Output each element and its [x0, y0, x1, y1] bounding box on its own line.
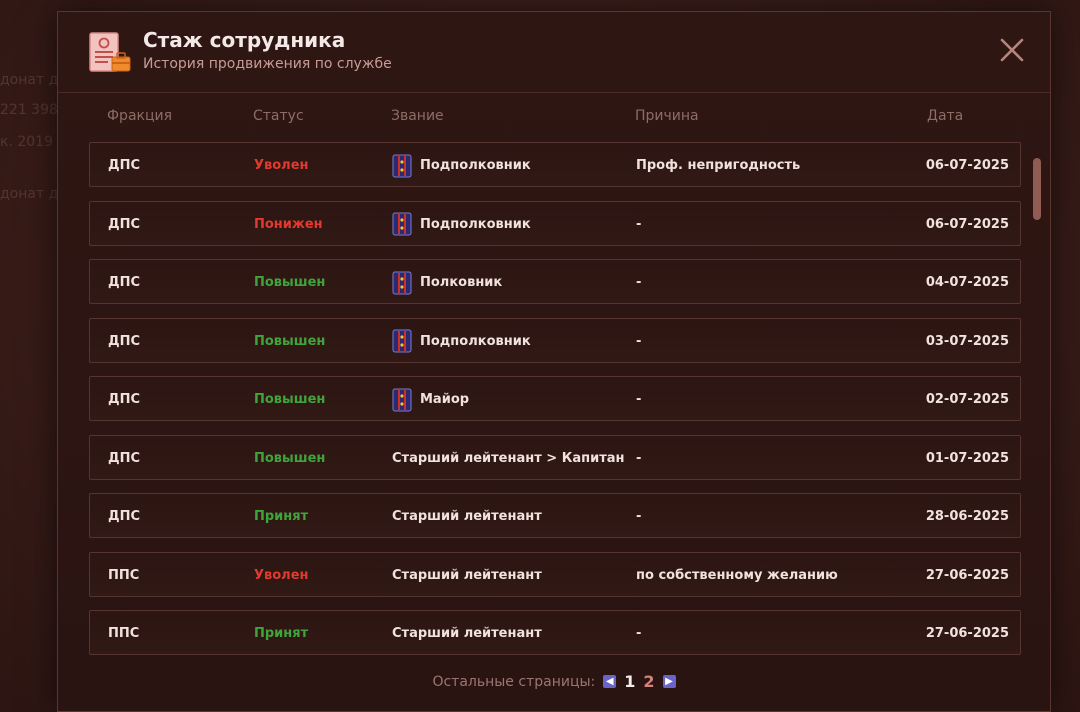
- faction-cell: ДПС: [108, 333, 140, 349]
- table-row: ДПС Повышен Старший лейтенант > Капитан - 01…: [89, 434, 1021, 481]
- rank-cell: Подполковник: [392, 202, 531, 247]
- status-cell: Понижен: [254, 216, 323, 232]
- rank-label: Подполковник: [420, 216, 531, 232]
- page-2-button[interactable]: 2: [643, 672, 654, 691]
- rank-cell: Старший лейтенант: [392, 553, 542, 598]
- status-cell: Повышен: [254, 450, 326, 466]
- table-row: ДПС Уволен Подполковник Проф. непригодность…: [89, 142, 1021, 187]
- background-text: 221 398: [0, 102, 58, 118]
- reason-cell: -: [636, 626, 642, 641]
- background-text: донат д: [0, 186, 59, 202]
- table-row: ППС Принят Старший лейтенант - 27-06-2025: [89, 610, 1021, 655]
- reason-cell: -: [636, 392, 642, 407]
- background-text: к. 2019: [0, 134, 53, 150]
- pagination-label: Остальные страницы:: [432, 673, 596, 690]
- table-row: ДПС Повышен Полковник - 04-07-2025: [89, 259, 1021, 304]
- rank-cell: Старший лейтенант > Капитан: [392, 436, 625, 481]
- date-cell: 01-07-2025: [925, 450, 1009, 466]
- status-cell: Повышен: [254, 333, 326, 349]
- chevron-left-icon[interactable]: ◀: [603, 675, 617, 688]
- reason-cell: -: [636, 509, 642, 524]
- faction-cell: ДПС: [108, 158, 140, 173]
- table-row: ППС Уволен Старший лейтенант по собственном…: [89, 551, 1021, 598]
- shoulder-strap-icon: [392, 212, 412, 236]
- rank-cell: Подполковник: [392, 319, 531, 364]
- service-history-modal: Стаж сотрудника История продвижения по с…: [57, 11, 1051, 712]
- faction-cell: ДПС: [108, 450, 140, 466]
- date-cell: 04-07-2025: [925, 275, 1009, 290]
- table-row: ДПС Повышен Подполковник - 03-07-2025: [89, 317, 1021, 364]
- shoulder-strap-icon: [392, 388, 412, 411]
- chevron-right-icon[interactable]: ▶: [662, 675, 676, 688]
- date-cell: 28-06-2025: [925, 509, 1009, 524]
- reason-cell: -: [636, 275, 642, 290]
- rank-cell: Старший лейтенант: [392, 611, 542, 656]
- rank-label: Полковник: [420, 275, 503, 290]
- reason-cell: -: [636, 333, 642, 349]
- faction-cell: ДПС: [108, 509, 140, 524]
- reason-cell: Проф. непригодность: [636, 158, 801, 173]
- pagination: Остальные страницы: ◀ 1 2 ▶: [58, 672, 1050, 691]
- date-cell: 06-07-2025: [925, 158, 1009, 173]
- rank-cell: Старший лейтенант: [392, 494, 542, 539]
- faction-cell: ДПС: [108, 275, 140, 290]
- rank-label: Старший лейтенант: [392, 626, 542, 641]
- table-row: ДПС Принят Старший лейтенант - 28-06-2025: [89, 493, 1021, 538]
- rank-label: Старший лейтенант > Капитан: [392, 450, 625, 466]
- rank-label: Старший лейтенант: [392, 509, 542, 524]
- status-cell: Повышен: [254, 275, 326, 290]
- document-briefcase-icon: [89, 32, 131, 72]
- date-cell: 27-06-2025: [925, 567, 1009, 583]
- rank-cell: Подполковник: [392, 143, 531, 188]
- status-cell: Повышен: [254, 392, 326, 407]
- faction-cell: ППС: [108, 567, 140, 583]
- shoulder-strap-icon: [392, 329, 412, 353]
- column-header-rank: Звание: [391, 108, 444, 124]
- background-text: донат д: [0, 72, 59, 88]
- scrollbar-thumb[interactable]: [1033, 158, 1041, 220]
- date-cell: 27-06-2025: [925, 626, 1009, 641]
- rank-label: Подполковник: [420, 158, 531, 173]
- close-icon[interactable]: [998, 36, 1026, 64]
- table-row: ДПС Повышен Майор - 02-07-2025: [89, 376, 1021, 421]
- faction-cell: ППС: [108, 626, 140, 641]
- shoulder-strap-icon: [392, 271, 412, 294]
- column-header-faction: Фракция: [107, 108, 173, 124]
- reason-cell: -: [636, 450, 642, 466]
- rank-cell: Майор: [392, 377, 469, 422]
- date-cell: 03-07-2025: [925, 333, 1009, 349]
- column-header-date: Дата: [927, 108, 964, 124]
- history-table: ДПС Уволен Подполковник Проф. непригодность…: [89, 142, 1021, 669]
- status-cell: Принят: [254, 509, 309, 524]
- column-header-reason: Причина: [635, 108, 699, 124]
- date-cell: 02-07-2025: [925, 392, 1009, 407]
- rank-label: Подполковник: [420, 333, 531, 349]
- rank-cell: Полковник: [392, 260, 502, 305]
- date-cell: 06-07-2025: [925, 216, 1009, 232]
- page-1-button[interactable]: 1: [624, 672, 635, 691]
- faction-cell: ДПС: [108, 216, 140, 232]
- table-row: ДПС Понижен Подполковник - 06-07-2025: [89, 200, 1021, 247]
- modal-header: Стаж сотрудника История продвижения по с…: [58, 12, 1050, 93]
- faction-cell: ДПС: [108, 392, 140, 407]
- reason-cell: -: [636, 216, 642, 232]
- shoulder-strap-icon: [392, 154, 412, 177]
- rank-label: Майор: [420, 392, 470, 407]
- status-cell: Уволен: [254, 567, 309, 583]
- rank-label: Старший лейтенант: [392, 567, 542, 583]
- column-header-status: Статус: [253, 108, 304, 124]
- reason-cell: по собственному желанию: [636, 567, 838, 583]
- modal-subtitle: История продвижения по службе: [143, 56, 392, 72]
- modal-title: Стаж сотрудника: [143, 28, 346, 52]
- status-cell: Уволен: [254, 158, 309, 173]
- status-cell: Принят: [254, 626, 309, 641]
